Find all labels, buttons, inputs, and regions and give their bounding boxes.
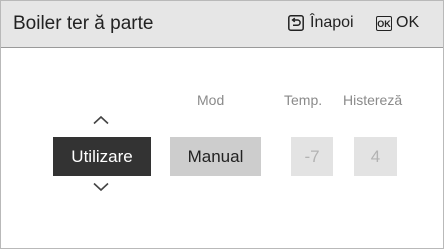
use-selector[interactable]: Utilizare (53, 137, 151, 176)
ok-button[interactable]: OK OK (376, 14, 419, 32)
back-button[interactable]: Înapoi (288, 14, 354, 32)
hysteresis-value[interactable]: 4 (354, 137, 397, 176)
mode-selector[interactable]: Manual (170, 137, 261, 176)
boiler-settings-screen: Boiler ter ă parte Înapoi OK OK Mod Temp… (0, 0, 444, 249)
return-arrow-icon (288, 15, 304, 31)
chevron-up-icon[interactable] (91, 114, 111, 126)
hysteresis-column-label: Histereză (343, 92, 403, 108)
ok-label: OK (396, 14, 420, 31)
chevron-down-icon[interactable] (91, 181, 111, 193)
mode-column-label: Mod (197, 92, 225, 108)
temperature-value[interactable]: -7 (291, 137, 333, 176)
back-label: Înapoi (310, 14, 354, 31)
temp-column-label: Temp. (284, 92, 323, 108)
page-title: Boiler ter ă parte (13, 13, 154, 34)
header-bar: Boiler ter ă parte Înapoi OK OK (1, 1, 443, 48)
ok-key-icon: OK (376, 15, 392, 31)
